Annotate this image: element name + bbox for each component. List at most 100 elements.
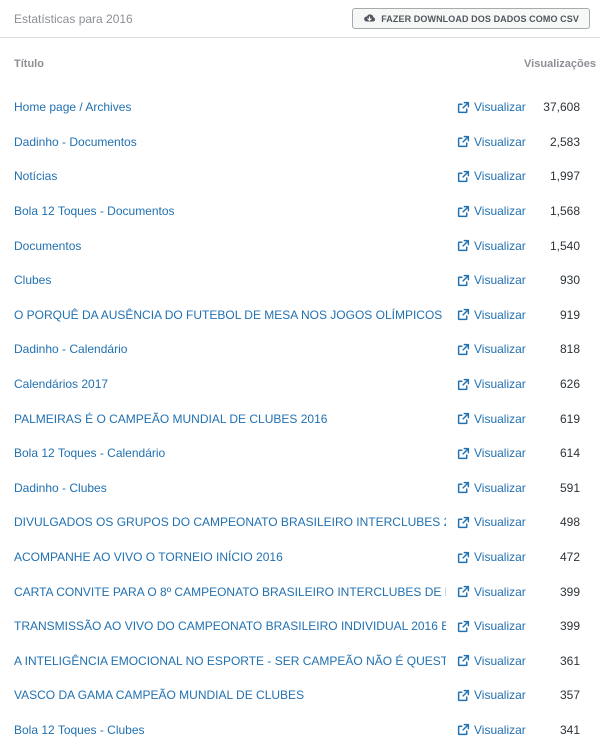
view-post-link[interactable]: Visualizar xyxy=(457,100,526,114)
post-title-link[interactable]: ACOMPANHE AO VIVO O TORNEIO INÍCIO 2016 xyxy=(14,550,446,564)
view-post-label: Visualizar xyxy=(474,342,526,357)
view-count: 498 xyxy=(559,515,580,530)
external-link-icon xyxy=(457,343,470,356)
external-link-icon xyxy=(457,620,470,632)
table-row: Bola 12 Toques - Documentos Visualizar 1,5… xyxy=(0,194,600,229)
view-count: 357 xyxy=(559,688,580,703)
table-row: O PORQUÊ DA AUSÊNCIA DO FUTEBOL DE MESA … xyxy=(0,298,600,333)
table-row: Notícias Visualizar 1,997 xyxy=(0,159,600,194)
view-post-link[interactable]: Visualizar xyxy=(457,585,526,599)
view-post-link[interactable]: Visualizar xyxy=(457,135,526,149)
view-post-link[interactable]: Visualizar xyxy=(457,515,526,529)
view-post-link[interactable]: Visualizar xyxy=(457,481,526,495)
table-row: Calendários 2017 Visualizar 626 xyxy=(0,367,600,402)
download-csv-button[interactable]: FAZER DOWNLOAD DOS DADOS COMO CSV xyxy=(352,8,590,29)
view-post-label: Visualizar xyxy=(474,238,526,253)
view-post-link[interactable]: Visualizar xyxy=(457,204,526,218)
view-post-label: Visualizar xyxy=(474,480,526,495)
post-title-link[interactable]: Dadinho - Calendário xyxy=(14,342,446,356)
view-count: 37,608 xyxy=(543,100,580,115)
view-count: 818 xyxy=(559,342,580,357)
external-link-icon xyxy=(457,101,470,113)
view-count: 341 xyxy=(559,722,580,737)
post-title-link[interactable]: Documentos xyxy=(14,239,446,253)
external-link-icon xyxy=(457,482,470,494)
external-link-icon xyxy=(457,724,470,736)
view-post-link[interactable]: Visualizar xyxy=(457,688,526,702)
table-row: CARTA CONVITE PARA O 8º CAMPEONATO BRASI… xyxy=(0,574,600,609)
view-post-label: Visualizar xyxy=(474,307,526,322)
view-post-label: Visualizar xyxy=(474,411,526,426)
view-count: 399 xyxy=(559,584,580,599)
post-title-link[interactable]: Dadinho - Clubes xyxy=(14,481,446,495)
view-post-label: Visualizar xyxy=(474,619,526,634)
external-link-icon xyxy=(457,447,470,459)
view-post-label: Visualizar xyxy=(474,550,526,565)
view-count: 919 xyxy=(559,307,580,322)
post-title-link[interactable]: PALMEIRAS É O CAMPEÃO MUNDIAL DE CLUBES … xyxy=(14,412,446,426)
post-title-link[interactable]: Bola 12 Toques - Calendário xyxy=(14,446,446,460)
stats-header: Estatísticas para 2016 FAZER DOWNLOAD DO… xyxy=(0,0,600,38)
table-row: TRANSMISSÃO AO VIVO DO CAMPEONATO BRASIL… xyxy=(0,609,600,644)
external-link-icon xyxy=(457,309,470,321)
post-title-link[interactable]: Clubes xyxy=(14,273,446,287)
external-link-icon xyxy=(457,170,470,183)
table-row: Dadinho - Clubes Visualizar 591 xyxy=(0,471,600,506)
external-link-icon xyxy=(457,136,470,148)
external-link-icon xyxy=(457,551,470,563)
table-row: A INTELIGÊNCIA EMOCIONAL NO ESPORTE - SE… xyxy=(0,644,600,679)
external-link-icon xyxy=(457,655,470,667)
table-row: VASCO DA GAMA CAMPEÃO MUNDIAL DE CLUBES V… xyxy=(0,678,600,713)
view-count: 1,568 xyxy=(549,204,580,219)
post-title-link[interactable]: O PORQUÊ DA AUSÊNCIA DO FUTEBOL DE MESA … xyxy=(14,308,446,322)
view-post-link[interactable]: Visualizar xyxy=(457,654,526,668)
view-post-label: Visualizar xyxy=(474,688,526,703)
view-post-label: Visualizar xyxy=(474,273,526,288)
view-count: 614 xyxy=(559,446,580,461)
view-post-label: Visualizar xyxy=(474,446,526,461)
view-post-link[interactable]: Visualizar xyxy=(457,239,526,253)
view-post-label: Visualizar xyxy=(474,584,526,599)
view-post-link[interactable]: Visualizar xyxy=(457,308,526,322)
table-row: PALMEIRAS É O CAMPEÃO MUNDIAL DE CLUBES … xyxy=(0,401,600,436)
post-title-link[interactable]: A INTELIGÊNCIA EMOCIONAL NO ESPORTE - SE… xyxy=(14,654,446,668)
view-post-link[interactable]: Visualizar xyxy=(457,550,526,564)
view-post-link[interactable]: Visualizar xyxy=(457,273,526,287)
external-link-icon xyxy=(457,516,470,529)
external-link-icon xyxy=(457,274,470,286)
post-title-link[interactable]: Bola 12 Toques - Documentos xyxy=(14,204,446,218)
external-link-icon xyxy=(457,378,470,390)
view-post-label: Visualizar xyxy=(474,722,526,737)
view-count: 472 xyxy=(559,550,580,565)
post-title-link[interactable]: CARTA CONVITE PARA O 8º CAMPEONATO BRASI… xyxy=(14,585,446,599)
external-link-icon xyxy=(457,689,470,701)
post-title-link[interactable]: VASCO DA GAMA CAMPEÃO MUNDIAL DE CLUBES xyxy=(14,688,446,702)
table-row: Clubes Visualizar 930 xyxy=(0,263,600,298)
view-post-label: Visualizar xyxy=(474,515,526,530)
post-title-link[interactable]: Bola 12 Toques - Clubes xyxy=(14,723,446,737)
view-post-link[interactable]: Visualizar xyxy=(457,169,526,183)
post-title-link[interactable]: Dadinho - Documentos xyxy=(14,135,446,149)
column-title-header: Título xyxy=(14,58,44,70)
view-post-link[interactable]: Visualizar xyxy=(457,412,526,426)
view-post-link[interactable]: Visualizar xyxy=(457,619,526,633)
table-row: Documentos Visualizar 1,540 xyxy=(0,228,600,263)
view-post-link[interactable]: Visualizar xyxy=(457,723,526,737)
view-count: 1,540 xyxy=(549,238,580,253)
view-post-link[interactable]: Visualizar xyxy=(457,446,526,460)
view-count: 626 xyxy=(559,377,580,392)
view-post-link[interactable]: Visualizar xyxy=(457,342,526,356)
view-count: 399 xyxy=(559,619,580,634)
cloud-download-icon xyxy=(364,14,376,22)
table-header: Título Visualizações xyxy=(0,38,600,90)
view-count: 2,583 xyxy=(549,134,580,149)
post-title-link[interactable]: Calendários 2017 xyxy=(14,377,446,391)
post-title-link[interactable]: Notícias xyxy=(14,169,446,183)
post-title-link[interactable]: TRANSMISSÃO AO VIVO DO CAMPEONATO BRASIL… xyxy=(14,619,446,633)
table-row: Dadinho - Calendário Visualizar 818 xyxy=(0,332,600,367)
view-count: 361 xyxy=(559,653,580,668)
post-title-link[interactable]: DIVULGADOS OS GRUPOS DO CAMPEONATO BRASI… xyxy=(14,515,446,529)
post-title-link[interactable]: Home page / Archives xyxy=(14,100,446,114)
column-views-header: Visualizações xyxy=(524,58,596,70)
view-post-link[interactable]: Visualizar xyxy=(457,377,526,391)
